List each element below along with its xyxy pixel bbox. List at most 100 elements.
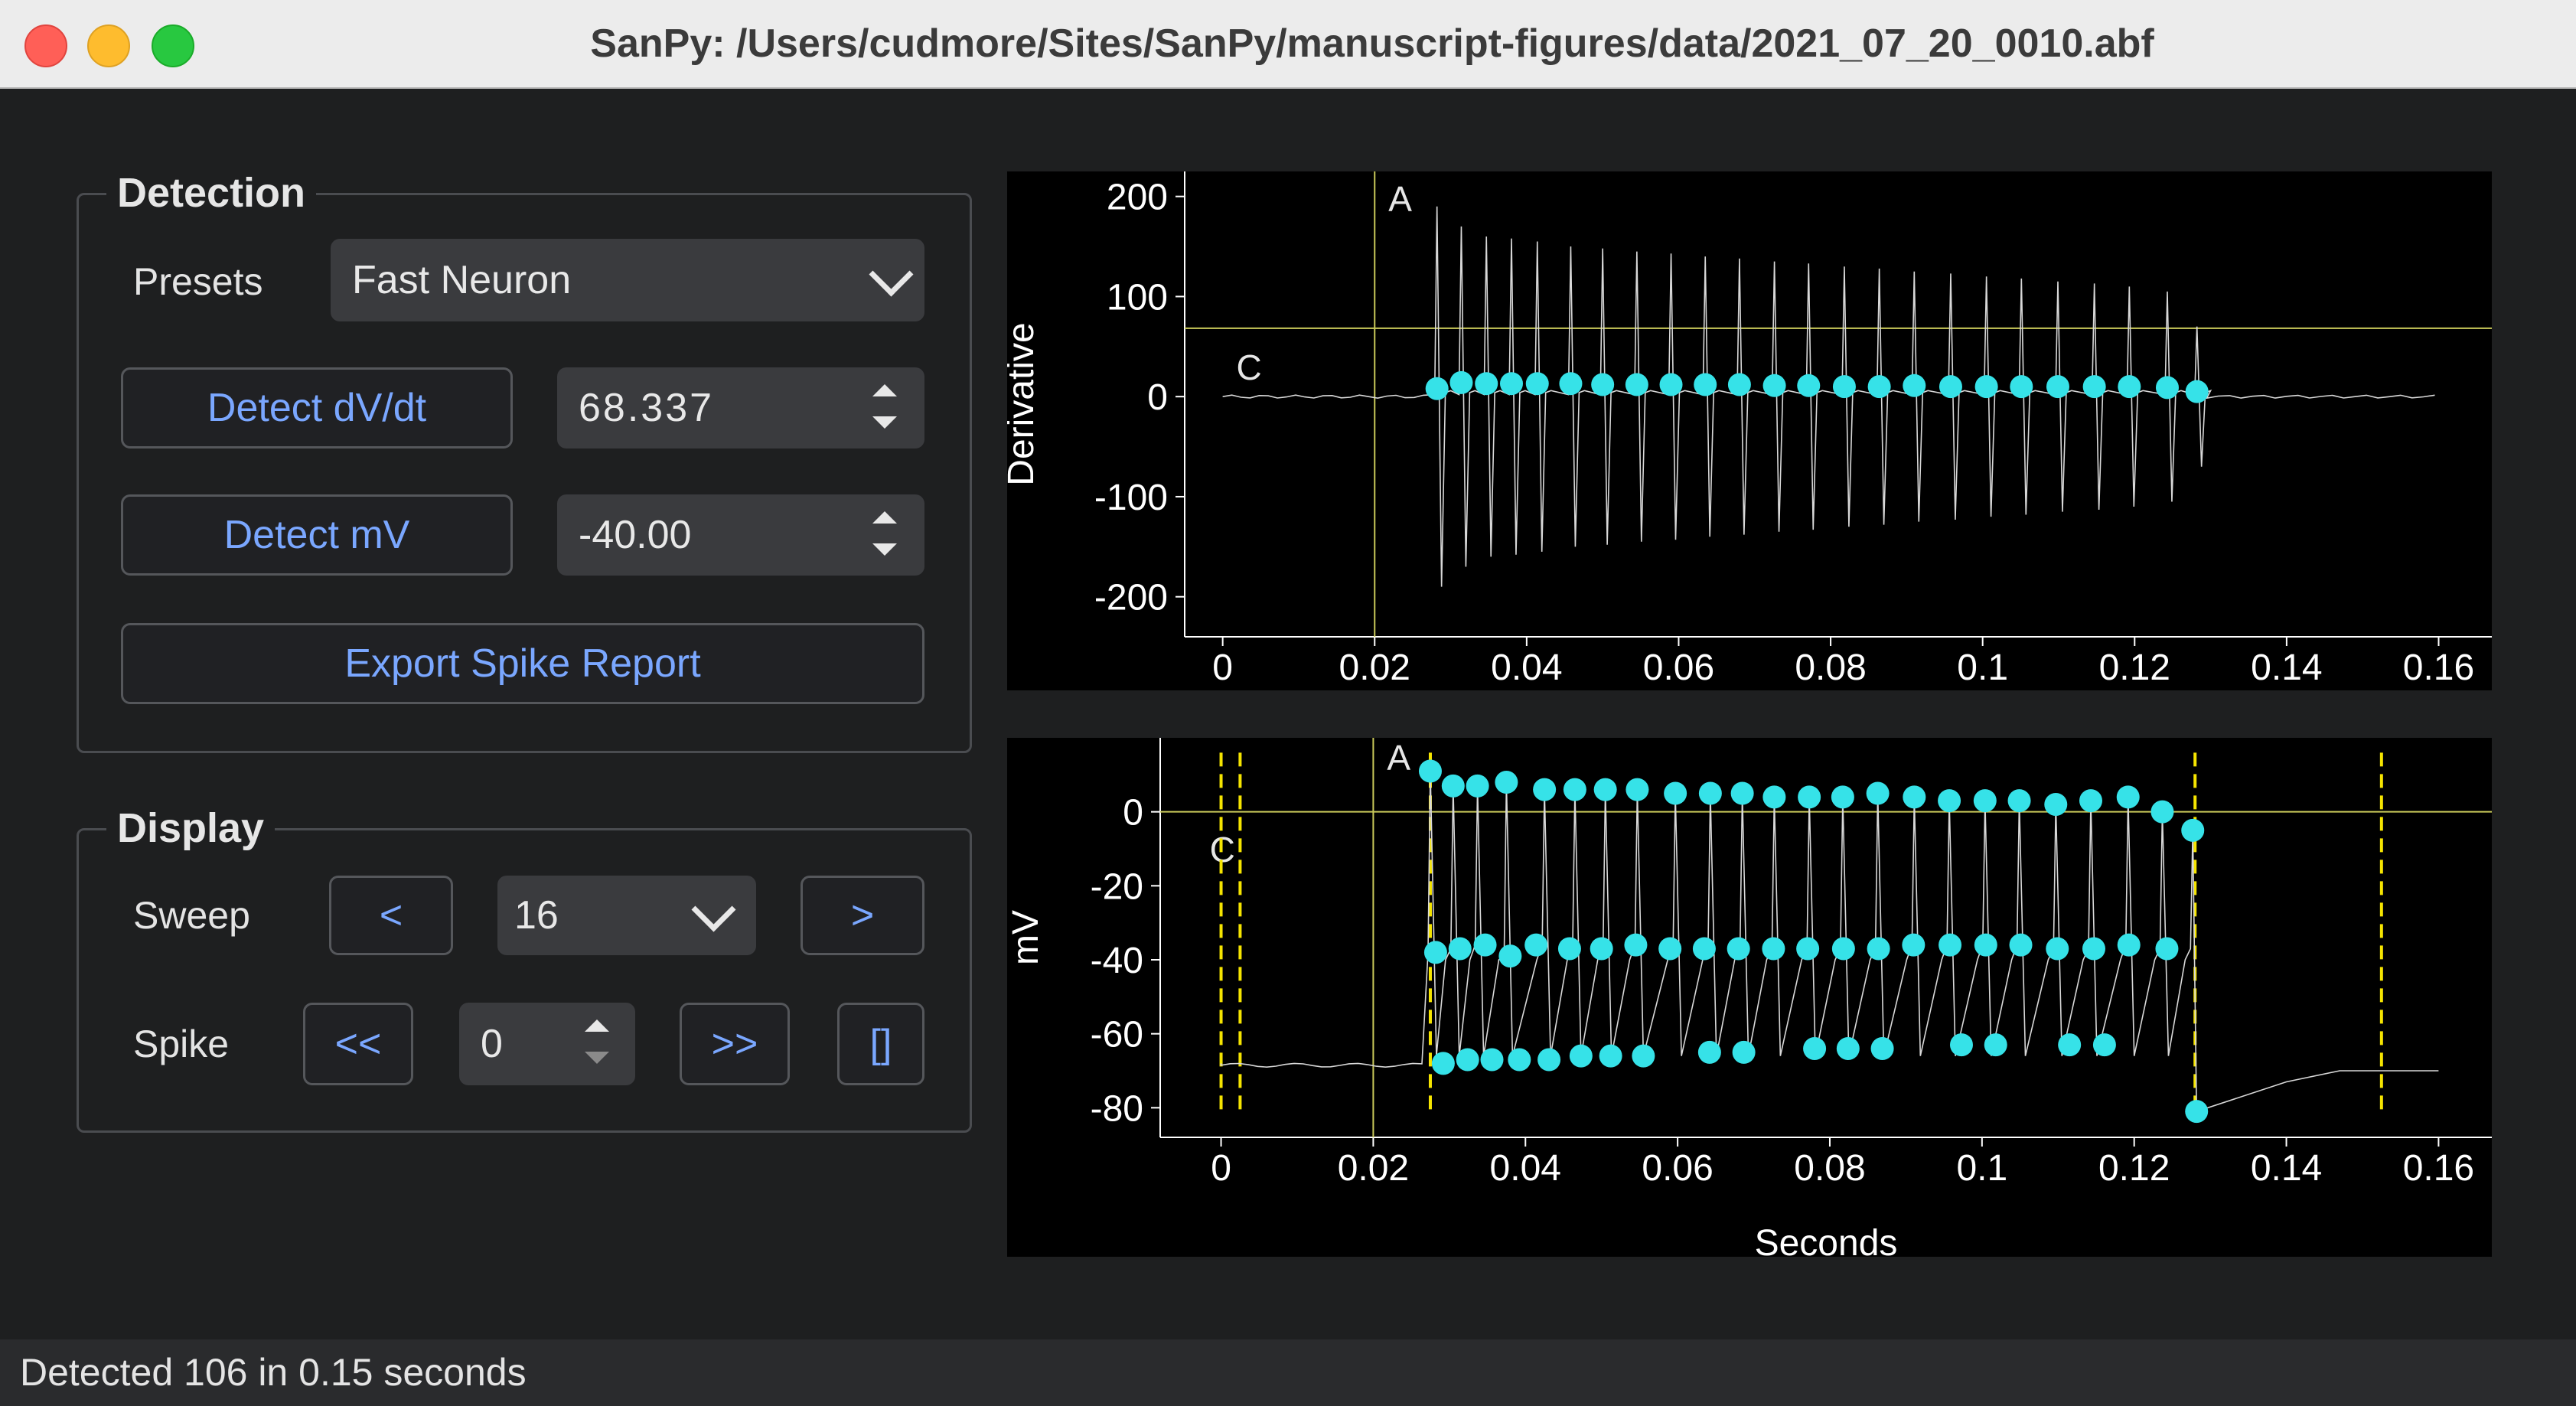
title-bar: SanPy: /Users/cudmore/Sites/SanPy/manusc… — [0, 0, 2576, 89]
close-window-button[interactable] — [24, 24, 67, 67]
x-tick-label: 0.16 — [2403, 1148, 2474, 1189]
dvdt-threshold-marker — [2118, 375, 2141, 399]
spike-threshold-marker — [1939, 933, 1962, 957]
cursor-a-label: A — [1387, 738, 1410, 778]
spike-threshold-marker — [1974, 933, 1997, 957]
spike-label: Spike — [133, 1023, 230, 1065]
detect-mv-button[interactable]: Detect mV — [121, 494, 513, 576]
dvdt-threshold-marker — [1525, 372, 1549, 396]
presets-label: Presets — [133, 260, 263, 303]
dvdt-threshold-marker — [2046, 375, 2069, 399]
spike-peak-marker — [1664, 781, 1687, 805]
chevron-down-icon — [691, 887, 736, 932]
sweep-prev-button[interactable]: < — [329, 876, 453, 955]
spike-peak-marker — [1938, 789, 1961, 813]
detection-group-title: Detection — [106, 168, 317, 218]
x-tick-label: 0.08 — [1794, 1148, 1865, 1189]
status-text: Detected 106 in 0.15 seconds — [20, 1351, 527, 1394]
spike-threshold-marker — [1557, 937, 1581, 961]
dvdt-threshold-marker — [1797, 374, 1821, 397]
spike-trough-marker — [1569, 1044, 1593, 1068]
dvdt-threshold-marker — [2185, 380, 2209, 403]
x-tick-label: 0.1 — [1957, 648, 2008, 688]
spike-select-button[interactable]: [] — [837, 1003, 924, 1085]
spike-peak-marker — [1533, 778, 1557, 801]
derivative-chart[interactable]: 0 0.02 0.04 0.06 0.08 0.1 0.12 0.14 0.16 200 100 0 -… — [1007, 171, 2492, 690]
mv-threshold-spinbox[interactable]: -40.00 — [557, 494, 924, 576]
spike-threshold-marker — [1473, 933, 1497, 957]
dvdt-threshold-marker — [1591, 373, 1615, 396]
presets-dropdown[interactable]: Fast Neuron — [331, 239, 924, 321]
y-tick-label: -100 — [1094, 478, 1168, 518]
spike-peak-marker — [1466, 774, 1489, 798]
spike-trough-marker — [1697, 1040, 1721, 1064]
y-tick-label: -200 — [1094, 578, 1168, 618]
sweep-dropdown[interactable]: 16 — [497, 876, 756, 955]
spike-spinbox-value: 0 — [481, 1022, 503, 1066]
mv-threshold-value: -40.00 — [579, 513, 692, 557]
derivative-plot[interactable]: 0 0.02 0.04 0.06 0.08 0.1 0.12 0.14 0.16 200 100 0 -… — [1007, 171, 2492, 690]
voltage-chart[interactable]: 0 0.02 0.04 0.06 0.08 0.1 0.12 0.14 0.16 0 -20 -40 -… — [1007, 738, 2492, 1257]
spike-threshold-marker — [1624, 933, 1648, 957]
dvdt-threshold-marker — [1762, 374, 1786, 397]
spike-peak-marker — [1563, 778, 1586, 801]
dvdt-threshold-marker — [1832, 375, 1856, 399]
x-tick-label: 0.12 — [2098, 1148, 2170, 1189]
maximize-window-button[interactable] — [152, 24, 194, 67]
spike-trough-marker — [1732, 1040, 1756, 1064]
spike-prev-button[interactable]: << — [303, 1003, 413, 1085]
dvdt-threshold-marker — [1939, 375, 1962, 399]
spike-peak-marker — [2181, 818, 2205, 842]
spike-peak-marker — [1495, 771, 1518, 794]
derivative-trace — [1222, 206, 2435, 587]
voltage-plot[interactable]: 0 0.02 0.04 0.06 0.08 0.1 0.12 0.14 0.16 0 -20 -40 -… — [1007, 738, 2492, 1257]
spike-trough-marker — [1508, 1048, 1531, 1072]
sweep-next-button[interactable]: > — [801, 876, 924, 955]
x-tick-label: 0.04 — [1490, 1148, 1561, 1189]
spike-peak-marker — [1698, 781, 1722, 805]
spike-threshold-marker — [1590, 937, 1613, 961]
y-tick-label: -40 — [1091, 941, 1143, 981]
x-tick-label: 0 — [1212, 648, 1233, 688]
display-group-title: Display — [106, 803, 276, 853]
x-tick-label: 0.12 — [2099, 648, 2170, 688]
detect-dvdt-button[interactable]: Detect dV/dt — [121, 367, 513, 449]
y-axis-label: mV — [1007, 910, 1046, 965]
spike-peak-marker — [1418, 759, 1442, 783]
dvdt-threshold-marker — [1903, 374, 1926, 397]
spike-peak-marker — [1831, 785, 1854, 809]
spike-trough-marker — [1537, 1048, 1561, 1072]
spike-peak-marker — [1593, 778, 1617, 801]
stepper-arrows-icon[interactable] — [580, 1018, 611, 1070]
dvdt-threshold-spinbox[interactable]: 68.337 — [557, 367, 924, 449]
x-tick-label: 0.14 — [2251, 648, 2322, 688]
spike-threshold-marker — [1524, 933, 1548, 957]
spike-threshold-marker — [1831, 937, 1855, 961]
x-tick-label: 0.16 — [2403, 648, 2474, 688]
cursor-a-label: A — [1388, 179, 1412, 219]
dvdt-threshold-marker — [1449, 370, 1473, 394]
dvdt-threshold-marker — [1625, 373, 1648, 396]
spike-trough-marker — [1870, 1037, 1894, 1060]
spike-peak-marker — [2116, 785, 2140, 809]
x-tick-label: 0 — [1211, 1148, 1231, 1189]
spike-trough-marker — [1836, 1037, 1860, 1060]
stepper-arrows-icon[interactable] — [868, 383, 898, 433]
dvdt-threshold-marker — [1867, 375, 1891, 399]
dvdt-threshold-marker — [2010, 375, 2033, 399]
y-tick-label: -20 — [1091, 866, 1143, 907]
y-tick-label: 100 — [1107, 277, 1168, 318]
spike-peak-marker — [1441, 774, 1465, 798]
x-tick-label: 0.04 — [1491, 648, 1562, 688]
minimize-window-button[interactable] — [87, 24, 130, 67]
spike-next-button[interactable]: >> — [680, 1003, 790, 1085]
spike-peak-marker — [1625, 778, 1649, 801]
dvdt-threshold-marker — [2082, 375, 2106, 399]
spike-trough-marker — [2058, 1033, 2082, 1057]
spike-spinbox[interactable]: 0 — [459, 1003, 635, 1085]
spike-peak-marker — [1730, 781, 1754, 805]
stepper-arrows-icon[interactable] — [868, 510, 898, 560]
export-spike-report-button[interactable]: Export Spike Report — [121, 623, 924, 704]
spike-peak-marker — [1866, 781, 1890, 805]
spike-threshold-marker — [1423, 941, 1447, 964]
